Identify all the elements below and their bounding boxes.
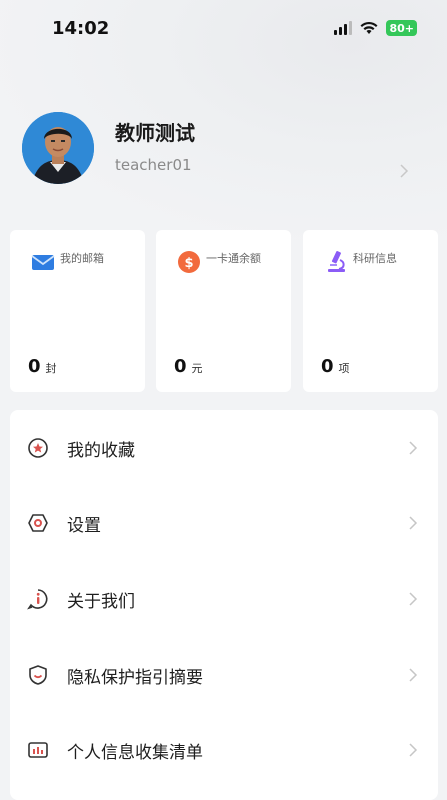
card-label: 一卡通余额 [206,252,261,265]
info-icon [27,589,48,610]
chevron-right-icon [409,668,418,682]
menu-item-favorites[interactable]: 我的收藏 [10,418,438,478]
profile-header[interactable]: 教师测试 teacher01 [22,112,422,192]
signal-icon [334,21,353,35]
avatar[interactable] [22,112,94,184]
profile-name: 教师测试 [115,121,195,145]
menu-item-label: 个人信息收集清单 [67,742,203,763]
card-value: 0 封 [28,356,57,377]
menu-item-about-us[interactable]: 关于我们 [10,569,438,629]
menu-item-label: 我的收藏 [67,440,135,461]
shield-icon [29,665,47,685]
menu-item-label: 关于我们 [67,591,135,612]
menu-item-privacy-summary[interactable]: 隐私保护指引摘要 [10,645,438,705]
card-unit: 封 [45,362,57,375]
chevron-right-icon [409,516,418,530]
card-header: 科研信息 [323,248,397,274]
list-icon [28,742,48,758]
wifi-icon [360,21,378,34]
card-value: 0 元 [174,356,203,377]
card-number: 0 [174,356,187,377]
menu-item-label: 设置 [67,515,101,536]
menu-item-settings[interactable]: 设置 [10,493,438,553]
microscope-icon [328,251,345,272]
summary-cards: 我的邮箱 0 封 $ 一卡通余额 0 元 科研信息 0 项 [10,230,438,392]
card-card-balance[interactable]: $ 一卡通余额 0 元 [156,230,291,392]
status-bar: 14:02 80+ [0,0,447,60]
card-value: 0 项 [321,356,350,377]
battery-indicator: 80+ [386,20,417,36]
svg-text:$: $ [184,256,193,271]
gear-icon [28,514,48,532]
coin-icon: $ [178,251,200,273]
chevron-right-icon[interactable] [398,164,410,178]
card-number: 0 [321,356,334,377]
chevron-right-icon [409,743,418,757]
menu-item-personal-info-list[interactable]: 个人信息收集清单 [10,720,438,780]
status-icons: 80+ [334,20,417,36]
chevron-right-icon [409,592,418,606]
card-header: 我的邮箱 [30,248,104,274]
card-number: 0 [28,356,41,377]
card-label: 科研信息 [353,252,397,265]
chevron-right-icon [409,441,418,455]
settings-menu: 我的收藏 设置 关于我们 隐私保护指引摘要 个人信息收集清单 [10,410,438,800]
profile-username: teacher01 [115,156,192,174]
card-mailbox[interactable]: 我的邮箱 0 封 [10,230,145,392]
card-unit: 元 [191,362,203,375]
card-unit: 项 [338,362,350,375]
card-label: 我的邮箱 [60,252,104,265]
status-time: 14:02 [52,18,110,39]
star-icon [28,438,48,458]
card-research[interactable]: 科研信息 0 项 [303,230,438,392]
card-header: $ 一卡通余额 [176,248,261,274]
avatar-image [22,112,94,184]
mail-icon [31,255,55,270]
menu-item-label: 隐私保护指引摘要 [67,667,203,688]
